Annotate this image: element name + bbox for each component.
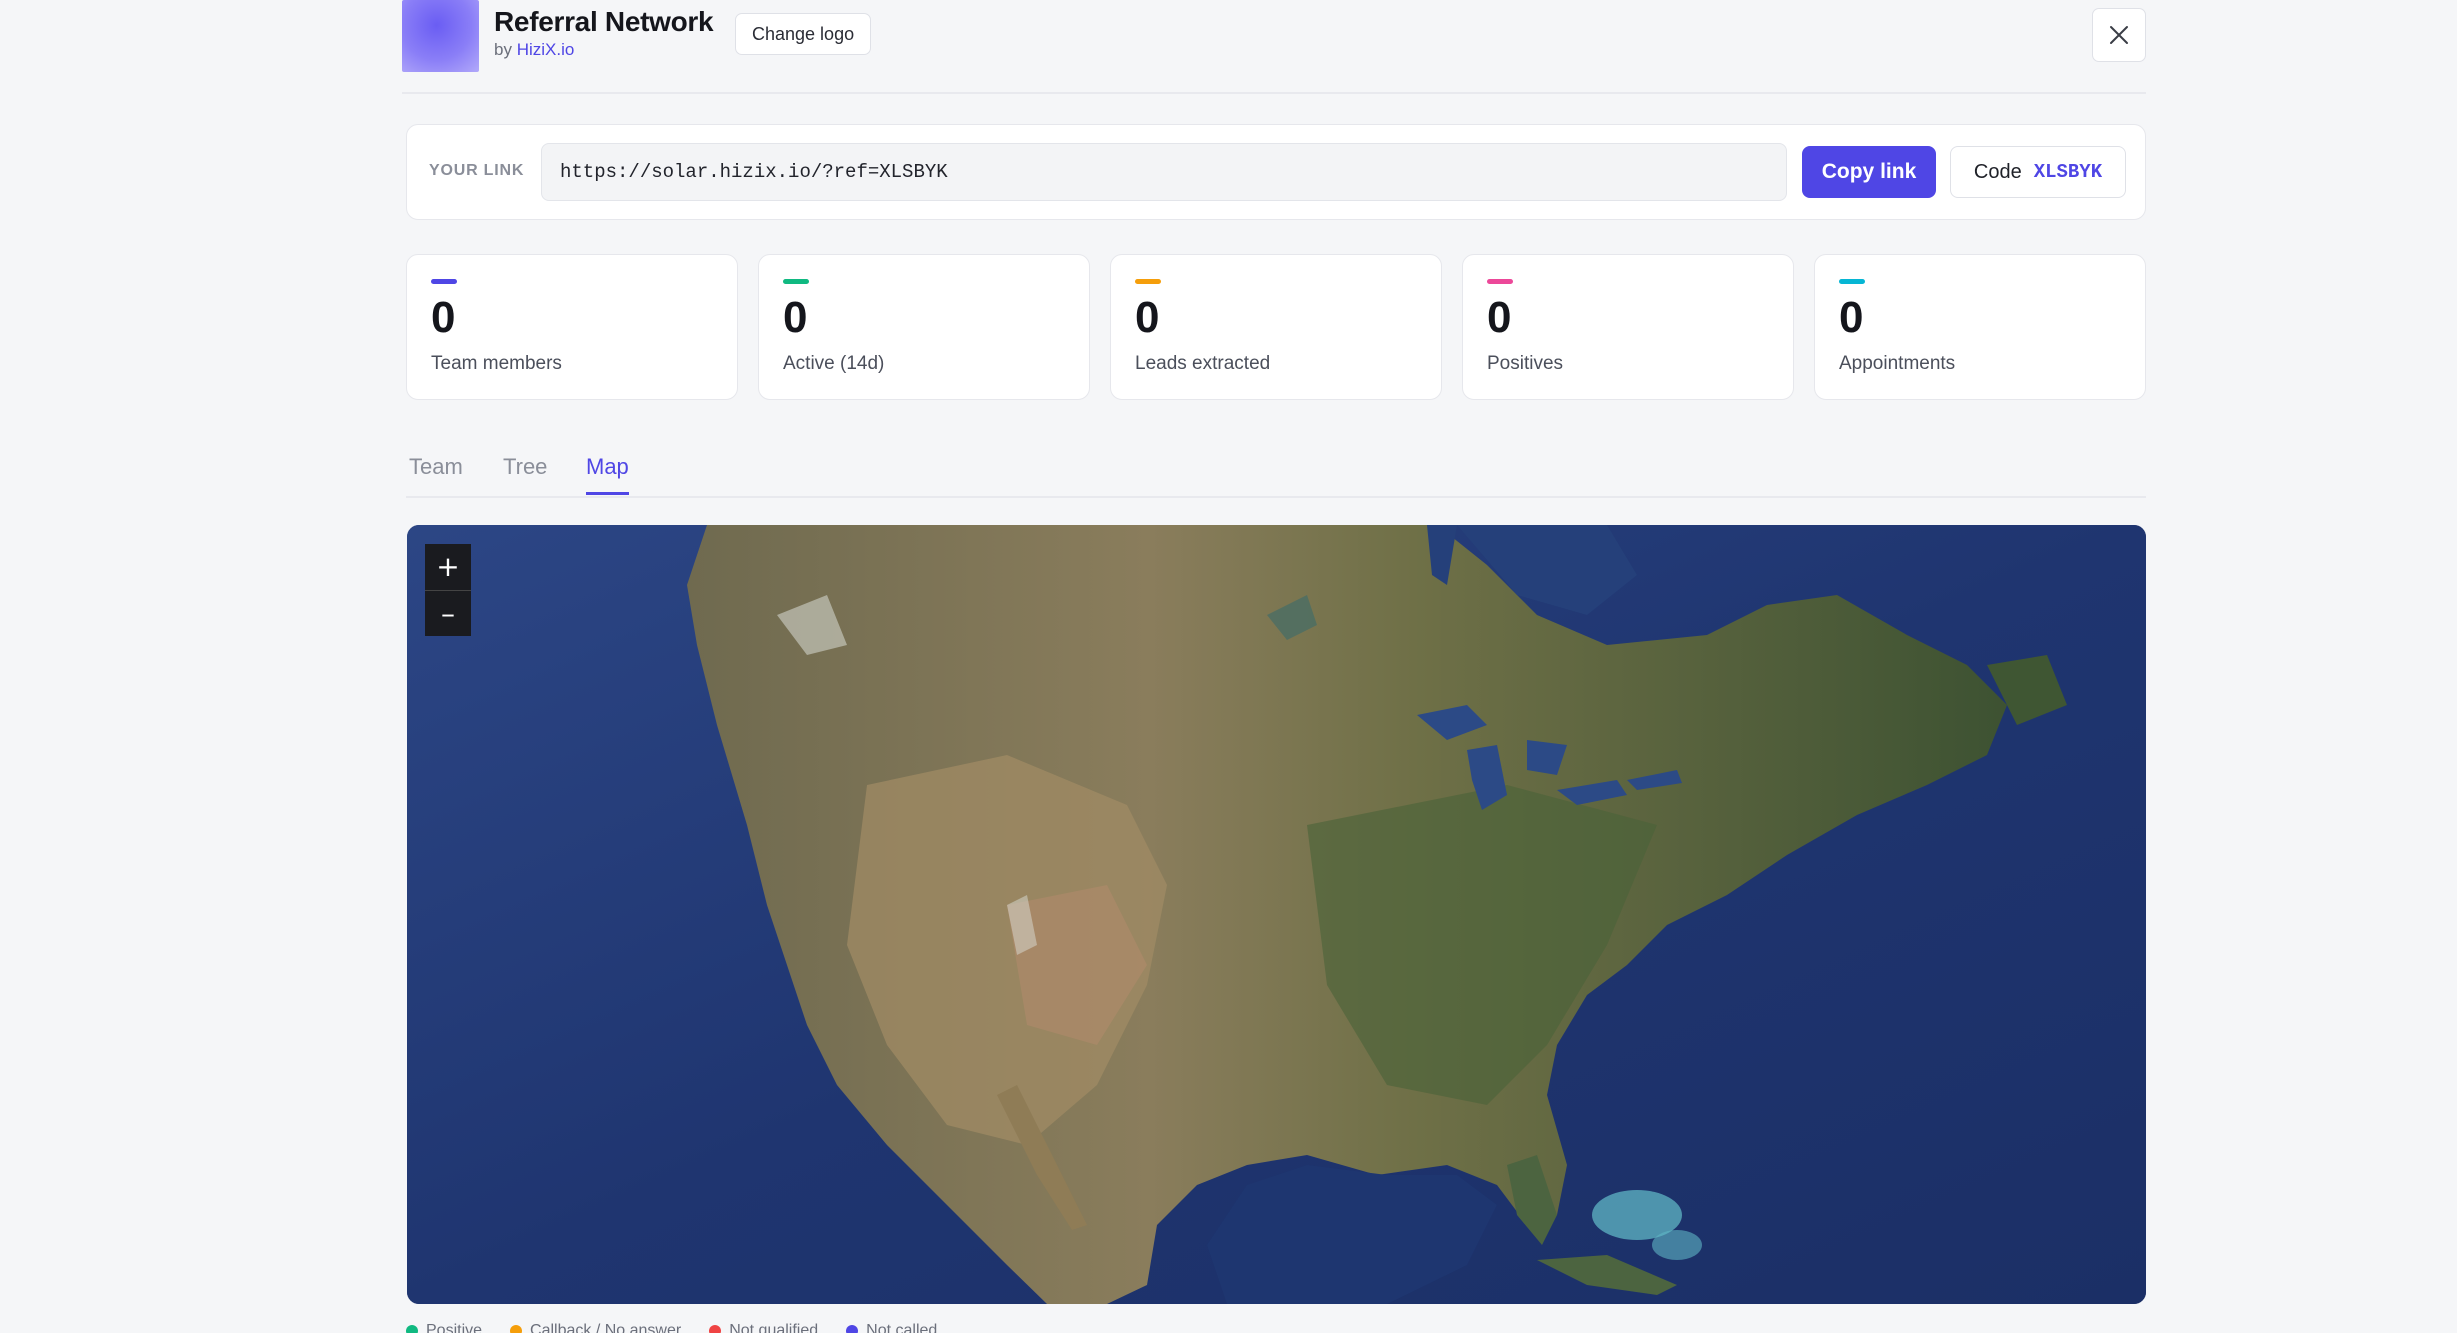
referral-code-button[interactable]: Code XLSBYK [1950,146,2126,198]
stat-card-leads-extracted: 0 Leads extracted [1110,254,1442,400]
close-button[interactable] [2092,8,2146,62]
zoom-controls: + – [425,544,471,636]
stat-card-positives: 0 Positives [1462,254,1794,400]
stats-row: 0 Team members 0 Active (14d) 0 Leads ex… [406,254,2146,400]
map-imagery [407,525,2146,1304]
by-line: by HiziX.io [494,40,574,60]
code-label: Code [1973,160,2022,183]
close-icon [2110,26,2128,44]
zoom-out-button[interactable]: – [425,590,471,636]
stat-label: Leads extracted [1135,353,1271,374]
stat-value: 0 [431,293,456,342]
stat-value: 0 [1487,293,1512,342]
legend-dot [709,1325,722,1333]
stat-value: 0 [1839,293,1864,342]
tab-map[interactable]: Map [586,454,629,495]
referral-link-card: YOUR LINK Copy link Code XLSBYK [406,124,2146,220]
stat-value: 0 [1135,293,1160,342]
tab-team[interactable]: Team [409,454,463,492]
stat-label: Active (14d) [783,353,885,374]
stat-value: 0 [783,293,808,342]
stat-label: Team members [431,353,562,374]
map-legend: Positive Callback / No answer Not qualif… [406,1322,937,1333]
stat-card-team-members: 0 Team members [406,254,738,400]
by-prefix: by [494,40,512,59]
legend-item-positive: Positive [406,1322,482,1333]
legend-dot [510,1325,523,1333]
legend-label: Positive [426,1322,483,1333]
stat-accent-bar [1135,279,1161,284]
stat-card-appointments: 0 Appointments [1814,254,2146,400]
legend-item-not-qualified: Not qualified [709,1322,818,1333]
header: Referral Network by HiziX.io Change logo [402,0,2146,94]
stat-accent-bar [431,279,457,284]
legend-dot [846,1325,859,1333]
tab-tree[interactable]: Tree [503,454,547,492]
legend-item-not-called: Not called [846,1322,937,1333]
app-title: Referral Network [494,6,714,37]
legend-label: Not qualified [729,1322,819,1333]
legend-label: Callback / No answer [530,1322,682,1333]
link-label: YOUR LINK [429,162,525,179]
legend-dot [406,1325,418,1333]
zoom-in-button[interactable]: + [425,544,471,590]
view-tabs: Team Tree Map [406,448,2146,498]
stat-accent-bar [1839,279,1865,284]
satellite-map[interactable]: + – [407,525,2146,1304]
legend-item-callback: Callback / No answer [510,1322,681,1333]
stat-label: Positives [1487,353,1564,374]
stat-label: Appointments [1839,353,1956,374]
code-value: XLSBYK [2033,161,2103,183]
brand-link[interactable]: HiziX.io [517,40,575,59]
stat-accent-bar [1487,279,1513,284]
change-logo-button[interactable]: Change logo [735,13,872,55]
app-logo[interactable] [402,0,479,72]
copy-link-button[interactable]: Copy link [1802,146,1936,198]
stat-accent-bar [783,279,809,284]
legend-label: Not called [866,1322,938,1333]
referral-link-input[interactable] [541,143,1787,201]
stat-card-active: 0 Active (14d) [758,254,1090,400]
